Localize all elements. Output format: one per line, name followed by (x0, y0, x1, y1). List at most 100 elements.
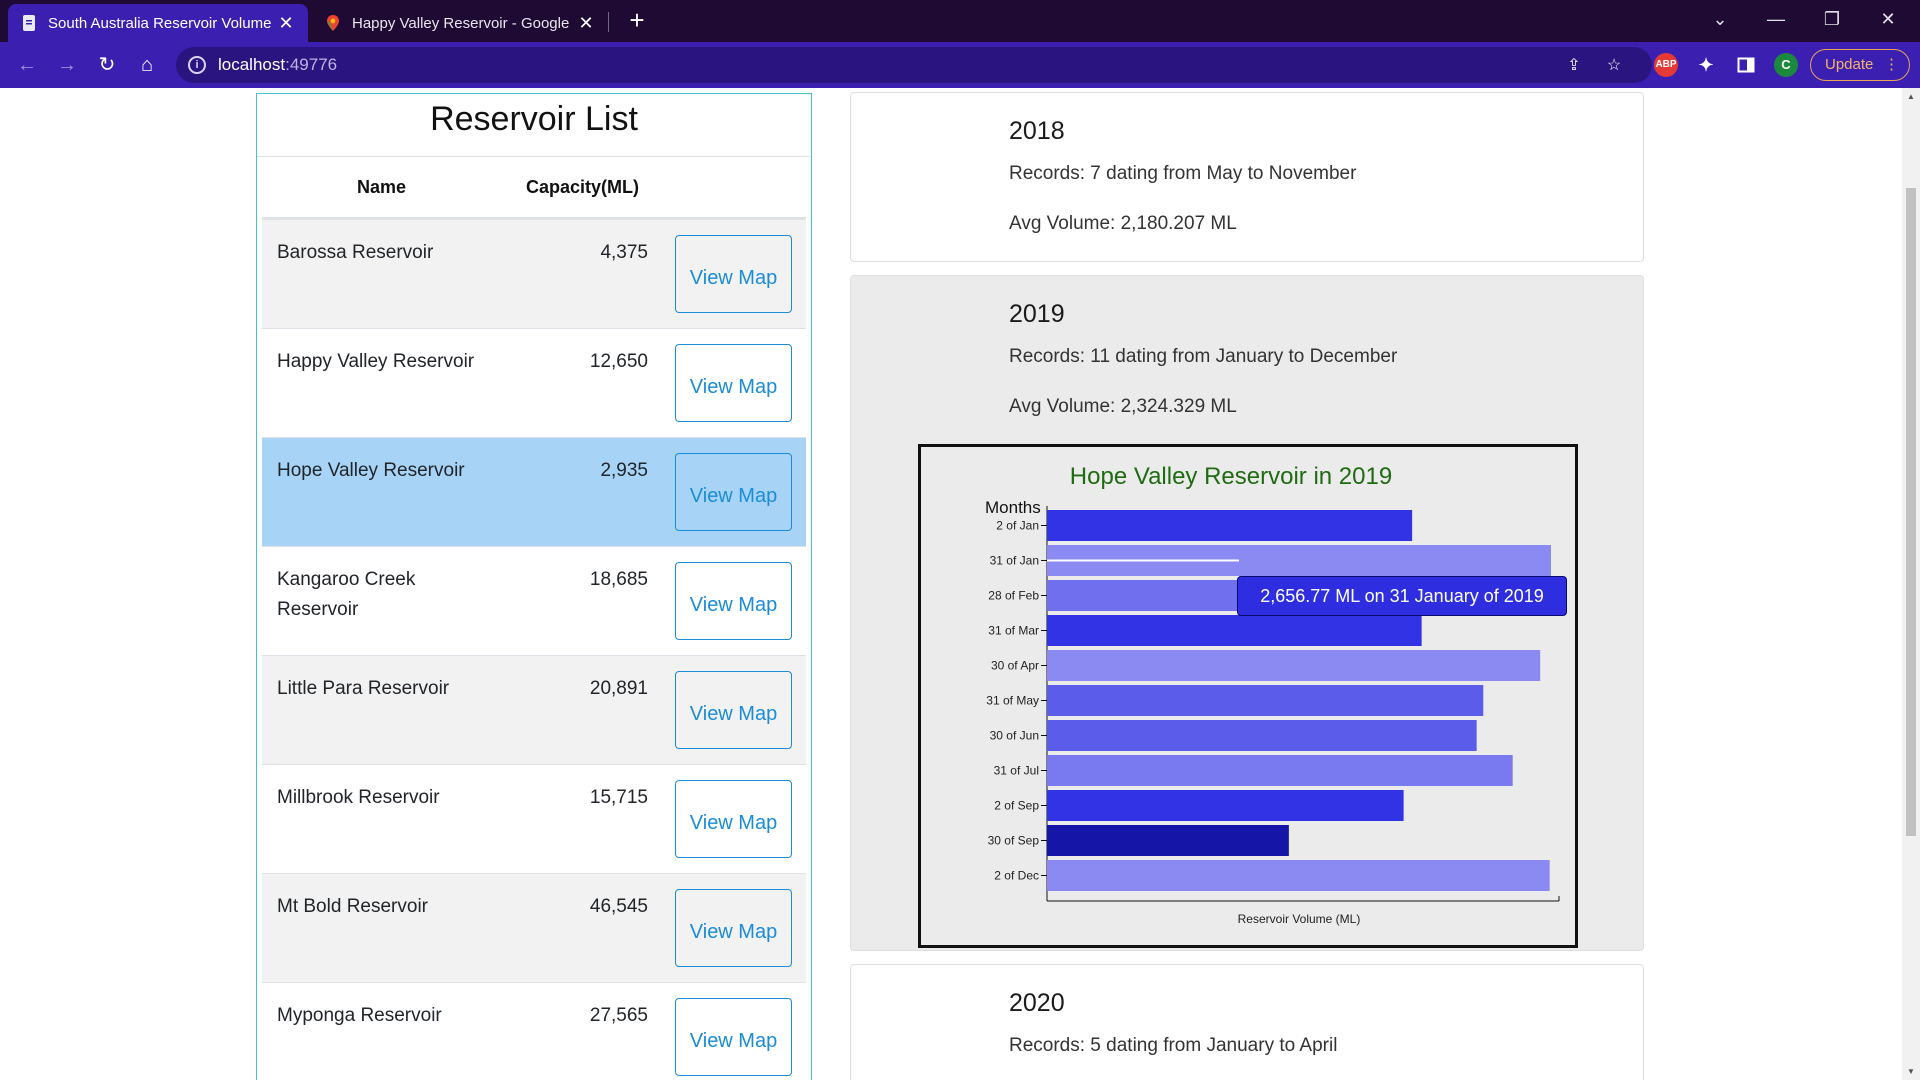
reservoir-name: Myponga Reservoir (277, 1005, 442, 1026)
new-tab-button[interactable]: + (622, 6, 652, 36)
tab-strip: South Australia Reservoir Volume ✕ Happy… (0, 0, 1920, 42)
reservoir-name: Little Para Reservoir (277, 678, 450, 699)
chart-bar (1047, 825, 1289, 856)
tab-google-maps[interactable]: Happy Valley Reservoir - Google ✕ (312, 4, 608, 42)
reservoir-name: Millbrook Reservoir (277, 787, 440, 808)
reservoir-name: Barossa Reservoir (277, 242, 434, 263)
year-heading: 2020 (1009, 989, 1065, 1017)
records-summary: Records: 7 dating from May to November (1009, 163, 1357, 184)
close-tab-icon[interactable]: ✕ (276, 13, 296, 34)
menu-dots-icon: ⋮ (1884, 56, 1899, 73)
view-map-button[interactable]: View Map (675, 671, 792, 749)
table-row-selected[interactable]: Hope Valley Reservoir 2,935 View Map (262, 437, 806, 546)
view-map-button[interactable]: View Map (675, 998, 792, 1076)
page-scrollbar[interactable]: ▲ ▼ (1902, 88, 1920, 1080)
records-summary: Records: 5 dating from January to April (1009, 1035, 1338, 1056)
tab-search-icon[interactable]: ⌄ (1692, 0, 1748, 38)
chart-bar (1047, 615, 1422, 646)
chart-bar (1047, 510, 1413, 541)
page-viewport: Reservoir List Name Capacity(ML) Barossa… (0, 88, 1902, 1080)
chart-bar (1047, 720, 1477, 751)
chart-bar (1047, 790, 1404, 821)
table-row[interactable]: Happy Valley Reservoir 12,650 View Map (262, 328, 806, 437)
extensions-puzzle-icon[interactable]: ✦ (1694, 53, 1718, 77)
table-header: Name Capacity(ML) (262, 157, 806, 219)
x-axis-label: Reservoir Volume (ML) (1238, 912, 1361, 926)
y-tick-label: 2 of Jan (996, 519, 1039, 533)
table-row[interactable]: Barossa Reservoir 4,375 View Map (262, 219, 806, 328)
chart-bar (1047, 650, 1541, 681)
bar-chart-svg: Months 2 of Jan 31 of Jan 28 of Feb 31 of Ma… (985, 498, 1560, 926)
volume-chart: Hope Valley Reservoir in 2019 Months 2 of… (918, 444, 1578, 948)
year-heading: 2019 (1009, 300, 1065, 328)
reservoir-name: Hope Valley Reservoir (277, 460, 465, 481)
scroll-down-arrow[interactable]: ▼ (1906, 1067, 1916, 1076)
y-tick-label: 30 of Sep (988, 834, 1040, 848)
home-icon[interactable]: ⌂ (132, 50, 162, 80)
view-map-button[interactable]: View Map (675, 780, 792, 858)
reload-icon[interactable]: ↻ (92, 50, 122, 80)
table-row[interactable]: Little Para Reservoir 20,891 View Map (262, 655, 806, 764)
bookmark-star-icon[interactable]: ☆ (1604, 56, 1624, 76)
view-map-button[interactable]: View Map (675, 562, 792, 640)
reservoir-capacity: 12,650 (589, 351, 648, 372)
average-volume: Avg Volume: 2,324.329 ML (1009, 396, 1237, 417)
reservoir-capacity: 27,565 (589, 1005, 648, 1026)
adblock-icon[interactable]: ABP (1654, 53, 1678, 77)
y-axis-label: Months (985, 498, 1041, 517)
minimize-button[interactable]: — (1748, 0, 1804, 38)
maps-pin-icon (327, 15, 339, 31)
table-row[interactable]: Kangaroo Creek Reservoir 18,685 View Map (262, 546, 806, 655)
scroll-up-arrow[interactable]: ▲ (1906, 92, 1916, 101)
close-window-button[interactable]: ✕ (1860, 0, 1916, 38)
view-map-button[interactable]: View Map (675, 344, 792, 422)
year-card-2020[interactable]: 2020 Records: 5 dating from January to A… (850, 964, 1644, 1080)
y-tick-label: 30 of Apr (991, 659, 1039, 673)
tab-reservoir-volume[interactable]: South Australia Reservoir Volume ✕ (8, 4, 308, 42)
name-column-header: Name (357, 177, 407, 197)
year-heading: 2018 (1009, 117, 1065, 145)
update-button[interactable]: Update ⋮ (1810, 49, 1910, 81)
reservoir-list-panel: Reservoir List Name Capacity(ML) Barossa… (256, 93, 812, 1080)
y-tick-label: 31 of Jan (990, 554, 1039, 568)
chart-bar (1047, 755, 1513, 786)
table-row[interactable]: Myponga Reservoir 27,565 View Map (262, 982, 806, 1080)
profile-avatar[interactable]: C (1774, 53, 1798, 77)
scrollbar-thumb[interactable] (1906, 188, 1916, 836)
y-tick-label: 28 of Feb (988, 589, 1039, 603)
table-row[interactable]: Millbrook Reservoir 15,715 View Map (262, 764, 806, 873)
reservoir-capacity: 18,685 (589, 569, 648, 590)
tab-separator (608, 12, 609, 32)
records-summary: Records: 11 dating from January to Decem… (1009, 346, 1398, 367)
y-tick-label: 31 of May (986, 694, 1039, 708)
share-icon[interactable]: ⇪ (1564, 56, 1584, 76)
forward-icon[interactable]: → (52, 50, 82, 80)
site-info-icon[interactable]: i (188, 56, 206, 74)
view-map-button[interactable]: View Map (675, 889, 792, 967)
y-tick-label: 30 of Jun (990, 729, 1039, 743)
side-panel-icon[interactable] (1734, 53, 1758, 77)
view-map-button[interactable]: View Map (675, 453, 792, 531)
view-map-button[interactable]: View Map (675, 235, 792, 313)
year-card-2018[interactable]: 2018 Records: 7 dating from May to Novem… (850, 92, 1644, 262)
reservoir-name: Kangaroo Creek Reservoir (277, 569, 416, 620)
address-bar[interactable]: i localhost:49776 ⇪ ☆ (176, 47, 1652, 83)
close-tab-icon[interactable]: ✕ (576, 13, 596, 34)
reservoir-capacity: 20,891 (589, 678, 648, 699)
year-card-2019[interactable]: 2019 Records: 11 dating from January to … (850, 275, 1644, 951)
reservoir-capacity: 46,545 (589, 896, 648, 917)
y-tick-label: 31 of Jul (994, 764, 1039, 778)
restore-button[interactable]: ❐ (1804, 0, 1860, 38)
y-tick-label: 2 of Sep (994, 799, 1039, 813)
reservoir-list-title: Reservoir List (430, 100, 638, 138)
tab-title: South Australia Reservoir Volume (48, 14, 272, 32)
y-tick-label: 31 of Mar (988, 624, 1039, 638)
table-row[interactable]: Mt Bold Reservoir 46,545 View Map (262, 873, 806, 982)
url-text: localhost:49776 (218, 55, 338, 74)
reservoir-capacity: 15,715 (589, 787, 648, 808)
reservoir-name: Happy Valley Reservoir (277, 351, 475, 372)
y-tick-label: 2 of Dec (994, 869, 1039, 883)
reservoir-capacity: 2,935 (600, 460, 648, 481)
reservoir-capacity: 4,375 (600, 242, 648, 263)
back-icon[interactable]: ← (12, 50, 42, 80)
